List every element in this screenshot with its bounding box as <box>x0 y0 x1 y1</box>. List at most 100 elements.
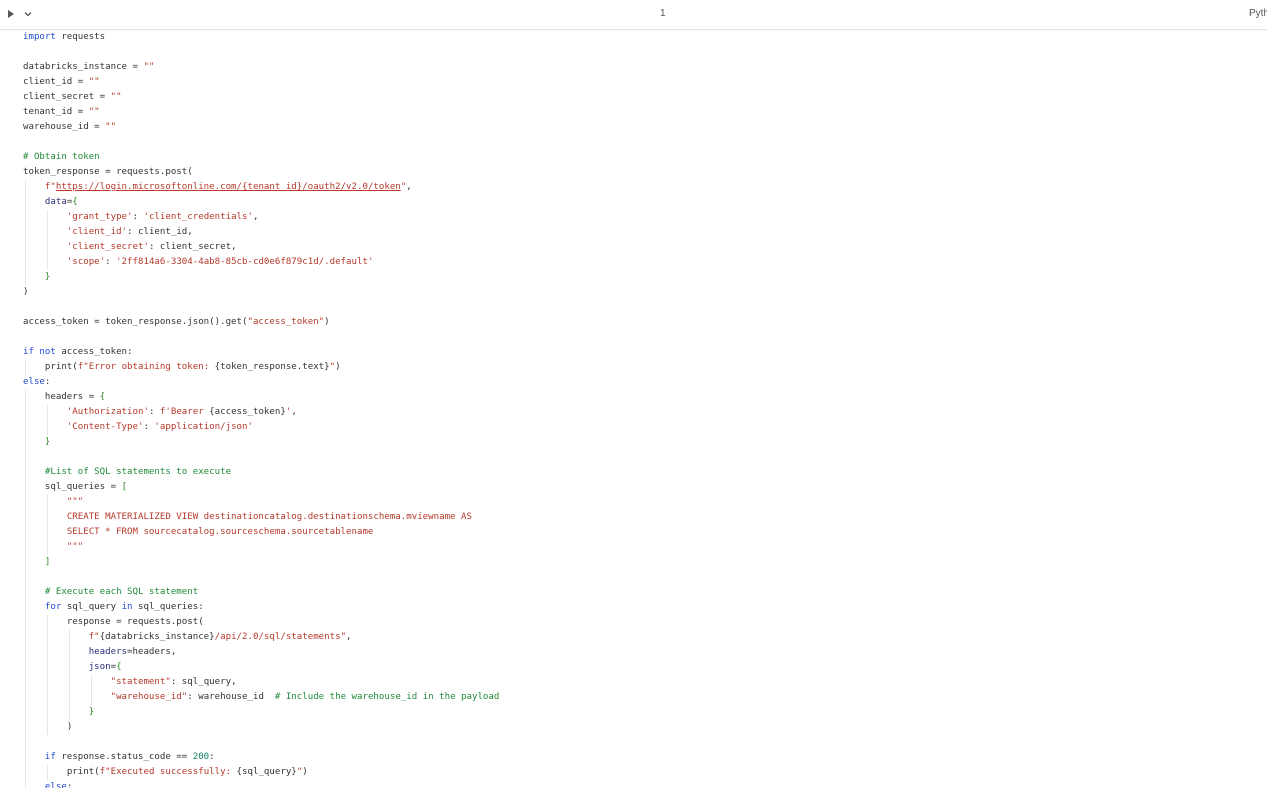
code-token: {tenant_id} <box>242 182 303 192</box>
code-line: access_token = token_response.json().get… <box>23 315 499 330</box>
code-line: response = requests.post( <box>23 615 499 630</box>
code-token: ) <box>324 317 330 327</box>
code-token: , <box>406 182 412 192</box>
code-line: } <box>23 435 499 450</box>
code-token: , <box>252 212 259 222</box>
code-token: in <box>121 602 133 612</box>
code-line: for sql_query in sql_queries: <box>23 600 499 615</box>
code-token: "access_token" <box>247 317 325 327</box>
code-token: headers = <box>44 392 100 402</box>
code-token: 'client_id' <box>66 227 128 237</box>
code-token: print( <box>44 362 78 372</box>
code-token: , <box>291 407 297 417</box>
code-token: : <box>209 752 215 762</box>
code-token: {databricks_instance} <box>99 632 215 642</box>
code-line: CREATE MATERIALIZED VIEW destinationcata… <box>23 510 499 525</box>
code-token: /api/2.0/sql/statements" <box>214 632 347 642</box>
code-line: else: <box>23 375 499 390</box>
code-line: """ <box>23 495 499 510</box>
code-token: 'client_secret' <box>66 242 149 252</box>
code-line: client_id = "" <box>23 75 499 90</box>
code-line: "warehouse_id": warehouse_id # Include t… <box>23 690 500 705</box>
code-token: : sql_query, <box>170 677 237 687</box>
code-token: response.status_code == <box>55 752 193 762</box>
code-token: {access_token} <box>209 407 286 417</box>
code-token: ) <box>23 287 29 297</box>
code-token: access_token: <box>55 347 133 357</box>
code-line: print(f"Executed successfully: {sql_quer… <box>23 765 499 780</box>
code-token: } <box>88 707 95 717</box>
code-line: 'client_id': client_id, <box>23 225 499 240</box>
code-line: #List of SQL statements to execute <box>23 465 499 480</box>
code-line: headers = { <box>23 390 499 405</box>
code-line: 'client_secret': client_secret, <box>23 240 499 255</box>
code-token: SELECT * FROM sourcecatalog.sourceschema… <box>66 527 374 537</box>
code-line: } <box>23 270 499 285</box>
code-line: data={ <box>23 195 499 210</box>
code-token: response = requests.post( <box>66 617 204 627</box>
code-editor[interactable]: import requests databricks_instance = "" c… <box>0 30 1267 788</box>
code-token: else <box>44 782 67 788</box>
code-token: client_secret = <box>23 92 111 102</box>
code-line: else: <box>23 780 499 788</box>
cell-toolbar: 1 Python <box>0 0 1267 30</box>
code-token: # Execute each SQL statement <box>44 587 199 597</box>
code-token: } <box>44 437 51 447</box>
code-token: ) <box>302 767 308 777</box>
code-token: # Include the warehouse_id in the payloa… <box>274 692 500 702</box>
code-token: 'grant_type' <box>66 212 133 222</box>
code-token: print( <box>66 767 100 777</box>
code-token: sql_query <box>61 602 122 612</box>
code-token: f" <box>88 632 100 642</box>
code-token: token_response = requests.post( <box>23 167 193 177</box>
code-line: 'Content-Type': 'application/json' <box>23 420 499 435</box>
code-line: client_secret = "" <box>23 90 499 105</box>
code-token: headers <box>88 647 128 657</box>
code-line: """ <box>23 540 499 555</box>
code-token: : client_secret, <box>148 242 237 252</box>
code-line: ) <box>23 285 499 300</box>
language-selector[interactable]: Python <box>1249 8 1267 19</box>
code-token: tenant_id = <box>23 107 89 117</box>
code-token: { <box>116 662 122 672</box>
code-token: for <box>44 602 62 612</box>
code-line: headers=headers, <box>23 645 499 660</box>
code-token: sql_queries: <box>132 602 204 612</box>
code-token: "" <box>105 122 117 132</box>
code-token: : <box>105 257 117 267</box>
code-token: warehouse_id = <box>23 122 106 132</box>
code-token: access_token = token_response.json().get… <box>23 317 248 327</box>
code-token: """ <box>66 542 84 552</box>
play-icon[interactable] <box>6 9 16 19</box>
code-token: [ <box>121 482 128 492</box>
code-token: if not <box>23 347 56 357</box>
code-token: else <box>23 377 45 387</box>
code-token: 'Content-Type' <box>66 422 144 432</box>
code-token: 'scope' <box>66 257 106 267</box>
code-token: "" <box>88 107 100 117</box>
code-token: ) <box>66 722 73 732</box>
code-token: {token_response.text} <box>214 362 330 372</box>
code-line: "statement": sql_query, <box>23 675 499 690</box>
code-line: print(f"Error obtaining token: {token_re… <box>23 360 499 375</box>
code-token: CREATE MATERIALIZED VIEW destinationcata… <box>66 512 472 522</box>
code-token: 200 <box>192 752 210 762</box>
code-token: 'Authorization' <box>66 407 149 417</box>
code-token: { <box>99 392 106 402</box>
code-line: } <box>23 705 499 720</box>
code-line: token_response = requests.post( <box>23 165 499 180</box>
code-line: import requests <box>23 30 499 45</box>
code-token: if <box>44 752 56 762</box>
code-token: {sql_query} <box>236 767 297 777</box>
code-token: : <box>148 407 160 417</box>
code-token: { <box>72 197 78 207</box>
code-token: : <box>143 422 155 432</box>
code-token: f"Error obtaining token: <box>77 362 215 372</box>
code-line: databricks_instance = "" <box>23 60 499 75</box>
code-line: 'Authorization': f'Bearer {access_token}… <box>23 405 499 420</box>
code-token: # Obtain token <box>23 152 100 162</box>
chevron-down-icon[interactable] <box>23 9 33 19</box>
code-token: #List of SQL statements to execute <box>44 467 232 477</box>
